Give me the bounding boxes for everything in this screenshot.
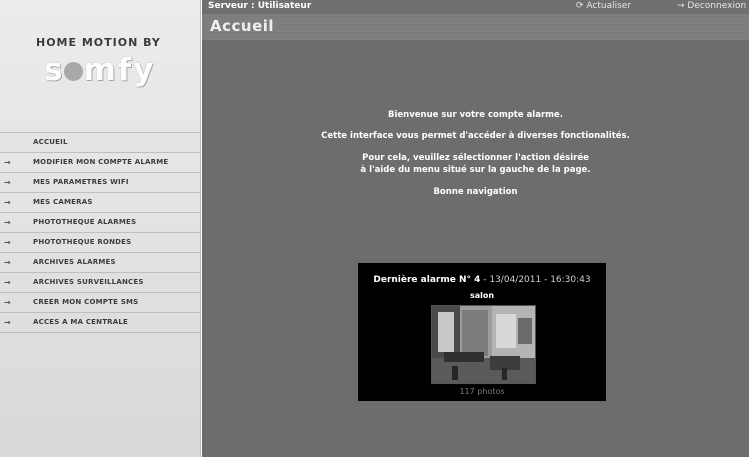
- sidebar-item-label: PHOTOTHEQUE RONDES: [33, 238, 132, 246]
- welcome-line: Pour cela, veuillez sélectionner l'actio…: [362, 153, 589, 163]
- sidebar-item-label: MES CAMERAS: [33, 198, 93, 206]
- logout-label: Deconnexion: [687, 1, 747, 11]
- sidebar-item-label: ACCES A MA CENTRALE: [33, 318, 129, 326]
- sidebar-item-label: MODIFIER MON COMPTE ALARME: [33, 158, 169, 166]
- arrow-right-icon: →: [4, 218, 11, 227]
- sidebar-item-cameras[interactable]: → MES CAMERAS: [0, 192, 200, 212]
- sidebar-item-wifi[interactable]: → MES PARAMETRES WIFI: [0, 172, 200, 192]
- top-bar: Serveur : Utilisateur ⟳ Actualiser → Dec…: [202, 0, 749, 14]
- refresh-button[interactable]: ⟳ Actualiser: [576, 1, 631, 11]
- sidebar-item-archives-surveillances[interactable]: → ARCHIVES SURVEILLANCES: [0, 272, 200, 292]
- sidebar-item-acces-centrale[interactable]: → ACCES A MA CENTRALE: [0, 312, 200, 333]
- last-alarm-panel[interactable]: Dernière alarme N° 4 - 13/04/2011 - 16:3…: [358, 263, 606, 401]
- alarm-photo-thumbnail[interactable]: [431, 305, 536, 384]
- arrow-right-icon: →: [4, 198, 11, 207]
- sidebar-item-modifier-compte[interactable]: → MODIFIER MON COMPTE ALARME: [0, 152, 200, 172]
- sidebar-item-label: ARCHIVES ALARMES: [33, 258, 116, 266]
- refresh-icon: ⟳: [576, 1, 584, 11]
- welcome-line: à l'aide du menu situé sur la gauche de …: [360, 165, 591, 175]
- logo-dot-icon: [64, 62, 84, 81]
- sidebar: HOME MOTION BY s mfy ACCUEIL → MODIFIER M…: [0, 0, 201, 457]
- somfy-logo: s mfy: [44, 52, 156, 88]
- page-title: Accueil: [210, 17, 275, 35]
- sidebar-item-label: PHOTOTHEQUE ALARMES: [33, 218, 137, 226]
- last-alarm-datetime: 13/04/2011 - 16:30:43: [489, 275, 591, 285]
- arrow-right-icon: →: [677, 1, 685, 11]
- sidebar-item-label: ARCHIVES SURVEILLANCES: [33, 278, 144, 286]
- logout-button[interactable]: → Deconnexion: [677, 1, 746, 11]
- sidebar-item-compte-sms[interactable]: → CREER MON COMPTE SMS: [0, 292, 200, 312]
- welcome-line: Bonne navigation: [433, 187, 518, 197]
- arrow-right-icon: →: [4, 318, 11, 327]
- sidebar-item-phototheque-rondes[interactable]: → PHOTOTHEQUE RONDES: [0, 232, 200, 252]
- last-alarm-room: salon: [469, 291, 495, 300]
- sidebar-item-accueil[interactable]: ACCUEIL: [0, 132, 200, 152]
- sidebar-item-phototheque-alarmes[interactable]: → PHOTOTHEQUE ALARMES: [0, 212, 200, 232]
- arrow-right-icon: →: [4, 178, 11, 187]
- title-bar: Accueil: [202, 14, 749, 40]
- welcome-line: Cette interface vous permet d'accéder à …: [321, 131, 630, 141]
- room-photo-image: [432, 306, 535, 383]
- sidebar-item-label: CREER MON COMPTE SMS: [33, 298, 139, 306]
- last-alarm-header: Dernière alarme N° 4 - 13/04/2011 - 16:3…: [373, 275, 591, 285]
- sidebar-item-label: MES PARAMETRES WIFI: [33, 178, 129, 186]
- arrow-right-icon: →: [4, 238, 11, 247]
- last-alarm-title: Dernière alarme N° 4: [373, 275, 481, 285]
- arrow-right-icon: →: [4, 258, 11, 267]
- photos-count[interactable]: 117 photos: [358, 387, 606, 396]
- logo: HOME MOTION BY s mfy: [0, 0, 200, 135]
- app-frame: HOME MOTION BY s mfy ACCUEIL → MODIFIER M…: [0, 0, 749, 457]
- main-content: Bienvenue sur votre compte alarme. Cette…: [202, 40, 749, 457]
- sidebar-item-archives-alarmes[interactable]: → ARCHIVES ALARMES: [0, 252, 200, 272]
- sidebar-item-label: ACCUEIL: [33, 138, 68, 146]
- arrow-right-icon: →: [4, 278, 11, 287]
- arrow-right-icon: →: [4, 158, 11, 167]
- brand-tagline: HOME MOTION BY: [36, 36, 161, 49]
- server-label: Serveur : Utilisateur: [208, 1, 312, 11]
- refresh-label: Actualiser: [586, 1, 632, 11]
- arrow-right-icon: →: [4, 298, 11, 307]
- welcome-line: Bienvenue sur votre compte alarme.: [388, 110, 563, 120]
- sidebar-nav: ACCUEIL → MODIFIER MON COMPTE ALARME → M…: [0, 132, 200, 333]
